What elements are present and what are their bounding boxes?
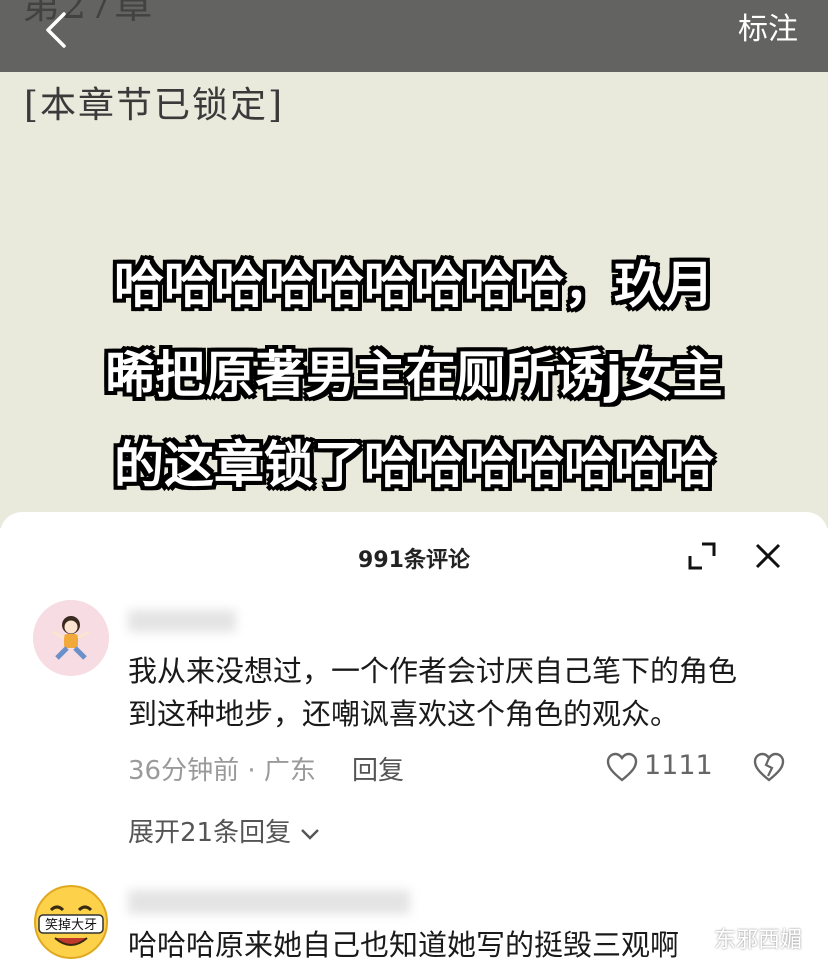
comment-meta: 36分钟前 · 广东 <box>128 756 316 786</box>
comment-text: 哈哈哈原来她自己也知道她写的挺毁三观啊 <box>128 924 808 967</box>
avatar[interactable] <box>33 600 109 676</box>
like-count: 1111 <box>644 750 713 781</box>
laughing-emoji-avatar-icon: 笑掉大牙 <box>34 885 108 959</box>
avatar[interactable]: 笑掉大牙 <box>33 884 109 960</box>
chevron-left-icon <box>46 12 66 48</box>
back-button[interactable] <box>38 8 82 52</box>
watermark: 东邪西媚 <box>713 928 802 953</box>
top-bar: 标注 <box>0 0 828 72</box>
username-redacted[interactable] <box>128 610 236 632</box>
close-icon <box>755 543 781 569</box>
cartoon-girl-avatar-icon <box>33 600 109 676</box>
caption-line: 哈哈哈哈哈哈哈哈哈，玖月 <box>114 256 714 314</box>
comment-text-line: 到这种地步，还嘲讽喜欢这个角色的观众。 <box>128 697 680 731</box>
expand-replies-button[interactable]: 展开21条回复 <box>128 812 321 849</box>
chevron-down-icon <box>301 828 320 840</box>
video-frame[interactable]: 第27章 [本章节已锁定] 哈哈哈哈哈哈哈哈哈，玖月 晞把原著男主在厕所诱j女主… <box>0 0 828 528</box>
comment-text-line: 我从来没想过，一个作者会讨厌自己笔下的角色 <box>128 654 738 688</box>
dislike-button[interactable] <box>752 752 786 784</box>
video-caption: 哈哈哈哈哈哈哈哈哈，玖月 晞把原著男主在厕所诱j女主 的这章锁了哈哈哈哈哈哈哈 <box>0 240 828 510</box>
mark-button[interactable]: 标注 <box>738 8 798 52</box>
caption-line: 晞把原著男主在厕所诱j女主 <box>105 346 723 404</box>
caption-line: 的这章锁了哈哈哈哈哈哈哈 <box>114 436 714 494</box>
broken-heart-icon <box>753 752 785 782</box>
reply-button[interactable]: 回复 <box>352 750 404 787</box>
username-redacted[interactable] <box>128 890 410 914</box>
comment-text-line: 哈哈哈原来她自己也知道她写的挺毁三观啊 <box>128 928 680 962</box>
expand-icon <box>688 542 716 570</box>
expand-sheet-button[interactable] <box>688 542 716 570</box>
comment-text: 我从来没想过，一个作者会讨厌自己笔下的角色 到这种地步，还嘲讽喜欢这个角色的观众… <box>128 650 808 736</box>
comments-sheet: 991条评论 我从来没想过，一个作者会讨厌自己笔下的角色 到这种地步，还嘲讽喜欢… <box>0 512 828 978</box>
locked-label: [本章节已锁定] <box>24 85 285 126</box>
expand-replies-label: 展开21条回复 <box>128 818 292 848</box>
like-button[interactable]: 1111 <box>606 750 716 784</box>
close-button[interactable] <box>754 542 782 570</box>
avatar-text: 笑掉大牙 <box>45 917 97 933</box>
heart-icon <box>606 752 638 782</box>
